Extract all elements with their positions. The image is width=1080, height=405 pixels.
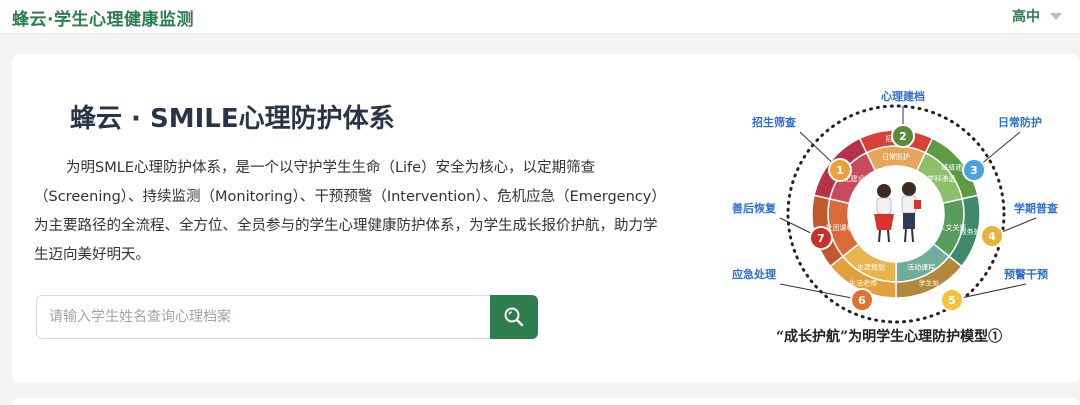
step-number: 2	[899, 130, 907, 143]
step-number: 6	[858, 294, 866, 307]
ring-label: 活动课程	[907, 262, 935, 271]
step-number: 3	[970, 164, 978, 177]
page-title: 蜂云 · SMILE心理防护体系	[70, 104, 395, 134]
step-label: 心理建档	[881, 89, 925, 103]
ring-label: 生涯规划	[857, 262, 885, 271]
grade-selector-label: 高中	[1012, 9, 1040, 25]
model-caption: “成长护航”为明学生心理防护模型①	[776, 329, 1003, 345]
outer-ring-label: 生活老师	[849, 278, 877, 287]
secondary-card	[12, 398, 1080, 405]
ring-label: 日常防护	[882, 152, 910, 161]
step-number: 7	[817, 232, 825, 245]
step-label: 招生筛查	[752, 115, 796, 129]
step-number: 1	[836, 164, 844, 177]
step-number: 4	[988, 230, 996, 243]
step-label: 日常防护	[998, 115, 1042, 129]
app-title: 蜂云·学生心理健康监测	[12, 10, 194, 30]
outer-ring-label: 教务处	[960, 227, 981, 236]
step-label: 学期普查	[1014, 201, 1058, 215]
step-label: 应急处理	[732, 267, 776, 281]
ring-label: 学科渗透	[927, 174, 955, 183]
grade-selector[interactable]: 高中	[1012, 6, 1062, 26]
outer-ring-label: 学生处	[918, 278, 939, 287]
step-label: 善后恢复	[732, 201, 777, 215]
intro-text: 为明SMLE心理防护体系，是一个以守护学生生命（Life）安全为核心，以定期筛查…	[34, 160, 659, 263]
hero-card: 蜂云 · SMILE心理防护体系 为明SMLE心理防护体系，是一个以守护学生生命…	[12, 54, 1080, 383]
search-icon	[504, 307, 524, 327]
step-label: 预警干预	[1004, 267, 1048, 281]
chevron-down-icon	[1050, 12, 1062, 20]
search-button[interactable]	[490, 295, 538, 339]
top-bar: 蜂云·学生心理健康监测 高中	[0, 0, 1080, 34]
search-input[interactable]	[36, 295, 490, 339]
search-bar	[36, 295, 538, 339]
step-number: 5	[948, 294, 956, 307]
